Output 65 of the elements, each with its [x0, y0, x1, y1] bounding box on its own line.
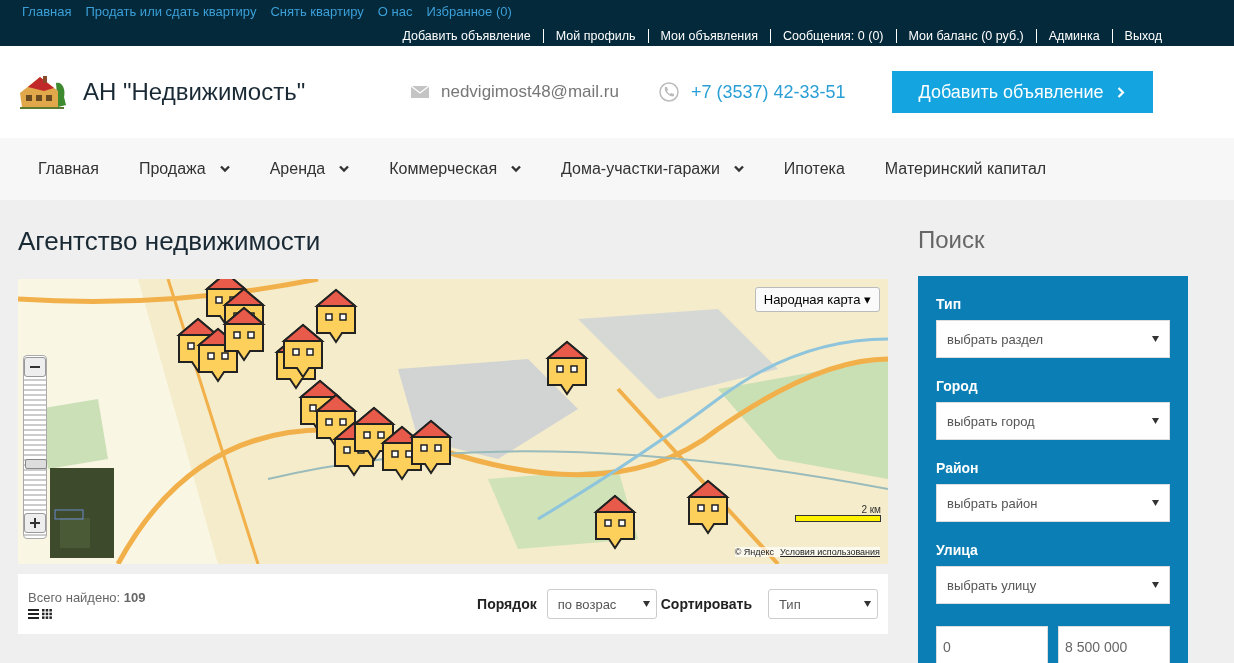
chevron-down-icon [339, 165, 350, 173]
zoom-out-button[interactable] [24, 357, 46, 377]
nav-item[interactable]: Ипотека [783, 160, 845, 178]
select-field[interactable]: выбрать город [936, 402, 1170, 440]
minus-icon [30, 366, 40, 368]
nav-item[interactable]: Продажа [138, 160, 230, 178]
chevron-right-icon [1117, 86, 1126, 98]
caret-icon [1152, 336, 1159, 342]
user-menu-link[interactable]: Мой профиль [542, 29, 648, 43]
zoom-in-button[interactable] [24, 513, 46, 533]
results-count: Всего найдено: 109 [28, 589, 147, 605]
list-view-icon[interactable] [28, 608, 39, 619]
field-label: Улица [936, 542, 979, 558]
user-menu-link[interactable]: Мои объявления [647, 29, 771, 43]
price-to-field[interactable]: 8 500 000 [1058, 626, 1170, 663]
field-label: Район [936, 460, 980, 476]
nav-item[interactable]: Аренда [269, 160, 350, 178]
user-menu-link[interactable]: Мои баланс (0 руб.) [895, 29, 1036, 43]
order-label: Порядок [477, 596, 537, 612]
select-field[interactable]: выбрать раздел [936, 320, 1170, 358]
top-link[interactable]: О нас [377, 4, 413, 19]
user-menu-link[interactable]: Сообщения: 0 (0) [770, 29, 896, 43]
user-menu-link[interactable]: Админка [1035, 29, 1112, 43]
map-copyright: © Яндекс [734, 547, 775, 557]
plus-icon [30, 518, 40, 528]
price-from-field[interactable]: 0 [936, 626, 1048, 663]
caret-icon [642, 601, 650, 607]
phone-number: +7 (3537) 42-33-51 [690, 81, 846, 103]
user-menu-link[interactable]: Выход [1111, 29, 1174, 43]
caret-icon [1152, 500, 1159, 506]
field-label: Тип [936, 296, 963, 312]
nav-item[interactable]: Коммерческая [389, 160, 522, 178]
site-name: АН "Недвижимость" [83, 78, 307, 106]
top-link[interactable]: Продать или сдать квартиру [85, 4, 257, 19]
field-label: Город [936, 378, 979, 394]
top-link[interactable]: Главная [22, 4, 72, 19]
sort-label: Сортировать [660, 596, 752, 612]
scale-label: 2 км [861, 504, 881, 515]
email-link[interactable]: nedvigimost48@mail.ru [441, 82, 619, 102]
nav-item[interactable]: Материнский капитал [884, 160, 1047, 178]
page-title: Агентство недвижимости [18, 226, 322, 257]
chevron-down-icon [733, 165, 744, 173]
nav-item[interactable]: Дома-участки-гаражи [561, 160, 744, 178]
nav-item[interactable]: Главная [38, 160, 99, 178]
envelope-icon [411, 86, 429, 98]
chevron-down-icon [219, 165, 230, 173]
house-markers-drawing[interactable] [176, 279, 730, 550]
select-field[interactable]: выбрать район [936, 484, 1170, 522]
search-title: Поиск [918, 226, 986, 254]
top-link[interactable]: Снять квартиру [270, 4, 364, 19]
caret-icon [864, 601, 871, 607]
grid-view-icon[interactable] [42, 608, 52, 619]
caret-icon [1152, 582, 1159, 588]
terms-link[interactable]: Условия использования [780, 547, 880, 557]
phone-icon [658, 82, 679, 102]
top-link[interactable]: Избранное (0) [426, 4, 512, 19]
order-select[interactable]: по возрас [546, 589, 657, 619]
user-menu-link[interactable]: Добавить объявление [390, 29, 543, 43]
zoom-slider-thumb[interactable] [25, 459, 47, 470]
sort-select[interactable]: Тип [768, 589, 878, 619]
house-logo-icon [18, 73, 68, 111]
chevron-down-icon [511, 165, 522, 173]
select-field[interactable]: выбрать улицу [936, 566, 1170, 604]
map-layer-dropdown[interactable]: Народная карта ▾ [754, 287, 880, 312]
caret-icon [1152, 418, 1159, 424]
